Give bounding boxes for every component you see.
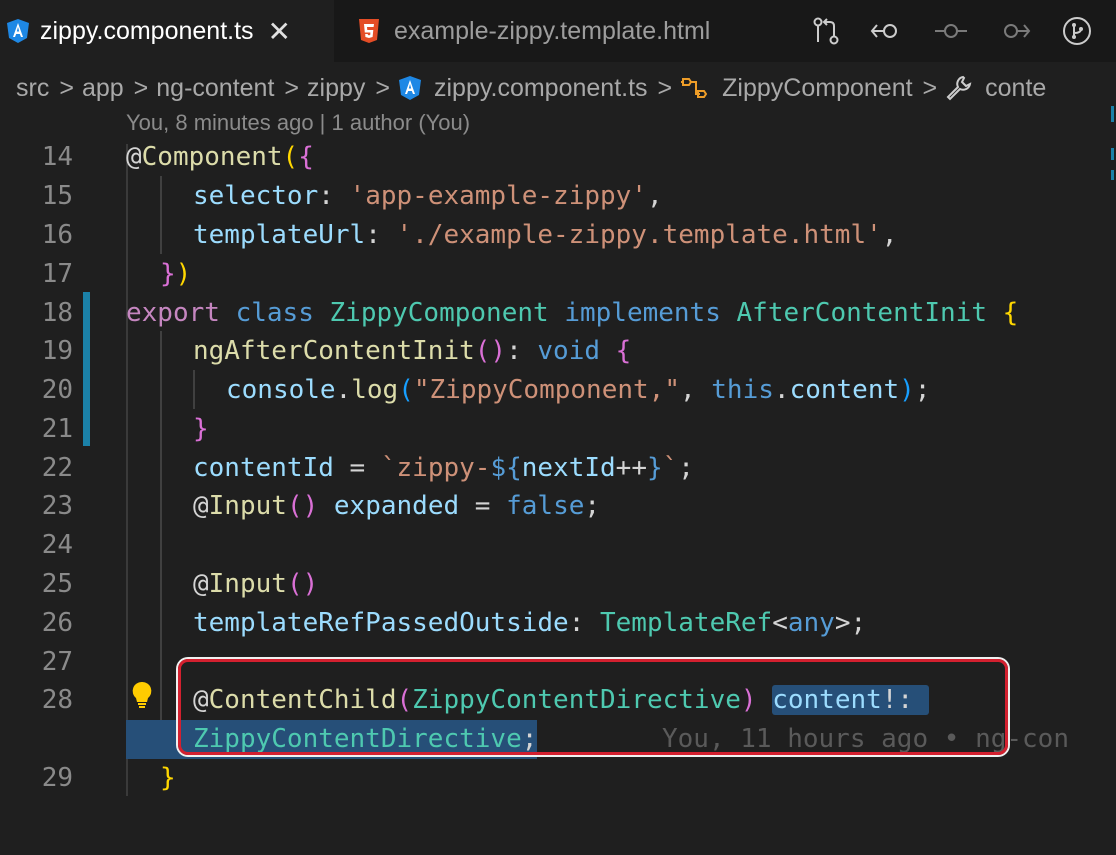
breadcrumb-item-ng-content[interactable]: ng-content [156, 74, 274, 103]
chevron-right-icon: > [284, 73, 300, 102]
chevron-right-icon: > [657, 73, 673, 102]
chevron-right-icon: > [59, 73, 74, 102]
line-code: @Input() expanded = false; [193, 491, 601, 521]
breadcrumb-item-file[interactable]: zippy.component.ts [434, 74, 648, 103]
line-number: 29 [41, 763, 73, 793]
code-line: 20 console.log("ZippyComponent,", this.c… [0, 371, 1116, 410]
code-line: 16 templateUrl: './example-zippy.templat… [0, 216, 1116, 255]
line-code: } [193, 414, 209, 444]
line-code: }) [160, 259, 192, 289]
line-code: contentId = `zippy-${nextId++}`; [193, 453, 694, 483]
code-line: 25 @Input() [0, 565, 1116, 604]
editor-actions [764, 0, 1092, 62]
code-line: 22 contentId = `zippy-${nextId++}`; [0, 449, 1116, 488]
line-code: ngAfterContentInit(): void { [193, 336, 632, 366]
tab-label: zippy.component.ts [40, 16, 254, 45]
breadcrumb-item-app[interactable]: app [82, 74, 124, 103]
tab-zippy-component[interactable]: zippy.component.ts ✕ [0, 0, 334, 62]
line-number: 21 [41, 414, 73, 444]
line-number: 18 [41, 298, 73, 328]
code-line: 21 } [0, 410, 1116, 449]
line-number: 26 [41, 608, 73, 638]
chevron-right-icon: > [375, 73, 390, 102]
code-line: 15 selector: 'app-example-zippy', [0, 177, 1116, 216]
class-icon [681, 78, 708, 98]
tab-example-zippy-template[interactable]: example-zippy.template.html [334, 0, 764, 62]
source-control-icon[interactable] [1062, 16, 1092, 46]
line-number: 19 [41, 336, 73, 366]
line-number: 15 [41, 181, 73, 211]
breadcrumb-item-property[interactable]: conte [985, 74, 1046, 103]
code-line: 24 [0, 526, 1116, 565]
html5-icon [359, 19, 379, 43]
line-code: selector: 'app-example-zippy', [193, 181, 663, 211]
code-line: 19 ngAfterContentInit(): void { [0, 332, 1116, 371]
code-editor[interactable]: You, 8 minutes ago | 1 author (You) 14 @… [0, 106, 1116, 855]
line-number: 20 [41, 375, 73, 405]
wrench-icon [946, 75, 972, 101]
line-code: templateRefPassedOutside: TemplateRef<an… [193, 608, 867, 638]
timeline-icon[interactable] [934, 19, 968, 43]
codelens-blame[interactable]: You, 8 minutes ago | 1 author (You) [126, 110, 470, 136]
line-number: 24 [41, 530, 73, 560]
breadcrumb-item-src[interactable]: src [16, 74, 49, 103]
go-forward-icon[interactable] [998, 19, 1032, 43]
angular-icon [399, 76, 421, 100]
line-code: @Input() [193, 569, 319, 599]
line-number: 17 [41, 259, 73, 289]
line-code: @Component({ [126, 142, 314, 172]
line-number: 23 [41, 491, 73, 521]
line-number: 14 [41, 142, 73, 172]
line-code: export class ZippyComponent implements A… [126, 298, 1019, 328]
line-number: 27 [41, 647, 73, 677]
code-line: 29 } [0, 759, 1116, 798]
line-number: 28 [41, 685, 73, 715]
tab-bar: zippy.component.ts ✕ example-zippy.templ… [0, 0, 1116, 62]
code-line: 26 templateRefPassedOutside: TemplateRef… [0, 604, 1116, 643]
angular-icon [7, 19, 29, 43]
chevron-right-icon: > [133, 73, 149, 102]
code-line: 18 export class ZippyComponent implement… [0, 294, 1116, 333]
lightbulb-icon[interactable] [130, 680, 154, 710]
minimap-marker [1111, 106, 1114, 122]
line-number: 25 [41, 569, 73, 599]
breadcrumb-item-class[interactable]: ZippyComponent [722, 74, 912, 103]
chevron-right-icon: > [922, 73, 938, 102]
line-code: templateUrl: './example-zippy.template.h… [193, 220, 898, 250]
line-code: } [160, 763, 176, 793]
open-changes-icon[interactable] [812, 16, 840, 46]
code-line: 23 @Input() expanded = false; [0, 487, 1116, 526]
go-back-icon[interactable] [870, 19, 904, 43]
code-line: 14 @Component({ [0, 138, 1116, 177]
line-number: 16 [41, 220, 73, 250]
line-code: console.log("ZippyComponent,", this.cont… [226, 375, 931, 405]
close-icon[interactable]: ✕ [268, 15, 291, 48]
breadcrumb-item-zippy[interactable]: zippy [307, 74, 365, 103]
highlight-annotation [178, 659, 1008, 755]
line-number: 22 [41, 453, 73, 483]
code-line: 17 }) [0, 255, 1116, 294]
tab-label: example-zippy.template.html [394, 16, 711, 45]
